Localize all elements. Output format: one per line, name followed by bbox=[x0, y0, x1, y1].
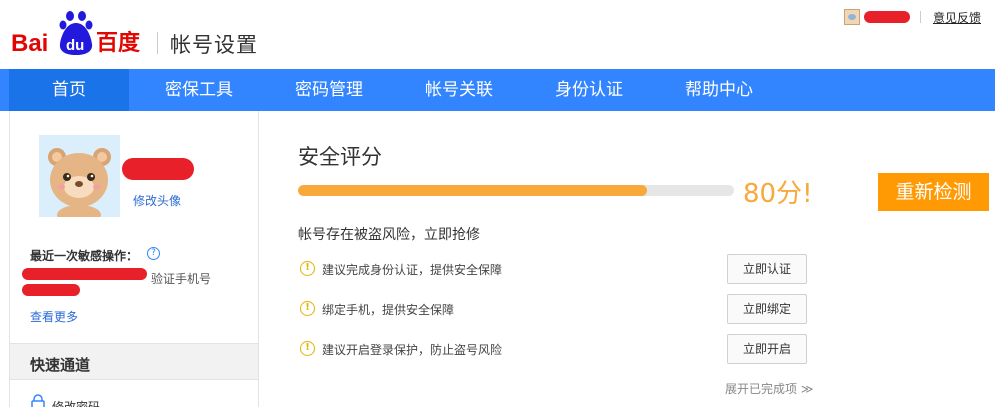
sidebar: 修改头像 最近一次敏感操作： ? 验证手机号 查看更多 快速通道 修改密码 bbox=[9, 111, 259, 407]
nav-item-password[interactable]: 密码管理 bbox=[269, 69, 389, 111]
recheck-button[interactable]: 重新检测 bbox=[878, 173, 989, 211]
main-nav: 首页 密保工具 密码管理 帐号关联 身份认证 帮助中心 bbox=[0, 69, 995, 111]
bind-now-button[interactable]: 立即绑定 bbox=[727, 294, 807, 324]
security-item-identity: ! 建议完成身份认证，提供安全保障 立即认证 bbox=[298, 254, 810, 284]
quick-item-change-password[interactable]: 修改密码 bbox=[52, 398, 100, 407]
security-item-phone: ! 绑定手机，提供安全保障 立即绑定 bbox=[298, 294, 810, 324]
redacted-op-time bbox=[22, 268, 147, 280]
change-avatar-link[interactable]: 修改头像 bbox=[133, 192, 181, 209]
sensitive-op-label: 最近一次敏感操作： bbox=[30, 249, 139, 263]
feedback-link[interactable]: 意见反馈 bbox=[933, 9, 981, 26]
warning-icon: ! bbox=[300, 261, 315, 276]
lock-icon bbox=[30, 394, 46, 407]
warning-icon: ! bbox=[300, 341, 315, 356]
svg-text:百度: 百度 bbox=[96, 30, 141, 56]
quick-access-header: 快速通道 bbox=[10, 343, 258, 380]
svg-text:Bai: Bai bbox=[11, 30, 48, 57]
security-item-text: 建议完成身份认证，提供安全保障 bbox=[322, 263, 503, 277]
baidu-logo[interactable]: Bai du 百度 bbox=[8, 10, 148, 58]
security-item-text: 绑定手机，提供安全保障 bbox=[322, 303, 455, 317]
nav-item-identity[interactable]: 身份认证 bbox=[529, 69, 649, 111]
page-title: 帐号设置 bbox=[170, 33, 258, 57]
nav-item-account-link[interactable]: 帐号关联 bbox=[399, 69, 519, 111]
user-separator bbox=[919, 11, 921, 23]
header-divider bbox=[157, 32, 158, 54]
verify-now-button[interactable]: 立即认证 bbox=[727, 254, 807, 284]
quick-access-title: 快速通道 bbox=[30, 356, 91, 374]
risk-warning-text: 帐号存在被盗风险，立即抢修 bbox=[298, 227, 480, 243]
expand-completed-link[interactable]: 展开已完成项 ≫ bbox=[725, 380, 813, 397]
redacted-op-detail bbox=[22, 284, 80, 296]
redacted-display-name bbox=[122, 158, 194, 180]
security-progress-fill bbox=[298, 185, 647, 196]
security-item-text: 建议开启登录保护，防止盗号风险 bbox=[322, 343, 503, 357]
user-area: 意见反馈 bbox=[843, 8, 981, 26]
enable-now-button[interactable]: 立即开启 bbox=[727, 334, 807, 364]
see-more-link[interactable]: 查看更多 bbox=[30, 308, 78, 325]
avatar[interactable] bbox=[39, 135, 120, 217]
nav-item-security-tools[interactable]: 密保工具 bbox=[139, 69, 259, 111]
svg-text:du: du bbox=[66, 37, 84, 54]
redacted-username[interactable] bbox=[863, 11, 910, 23]
help-icon[interactable]: ? bbox=[147, 247, 160, 260]
warning-icon: ! bbox=[300, 301, 315, 316]
nav-item-help[interactable]: 帮助中心 bbox=[659, 69, 779, 111]
nav-item-home[interactable]: 首页 bbox=[9, 69, 129, 111]
sensitive-op-text: 验证手机号 bbox=[151, 272, 212, 286]
top-header: Bai du 百度 帐号设置 意见反馈 bbox=[0, 0, 995, 69]
security-item-login-protect: ! 建议开启登录保护，防止盗号风险 立即开启 bbox=[298, 334, 810, 364]
account-settings-page: Bai du 百度 帐号设置 意见反馈 首页 密保工具 密码管理 帐号关联 身份… bbox=[0, 0, 995, 407]
user-avatar-small[interactable] bbox=[843, 9, 860, 25]
security-score-value: 80分! bbox=[743, 179, 813, 209]
security-progress-bar bbox=[298, 185, 734, 196]
security-score-title: 安全评分 bbox=[298, 145, 382, 169]
